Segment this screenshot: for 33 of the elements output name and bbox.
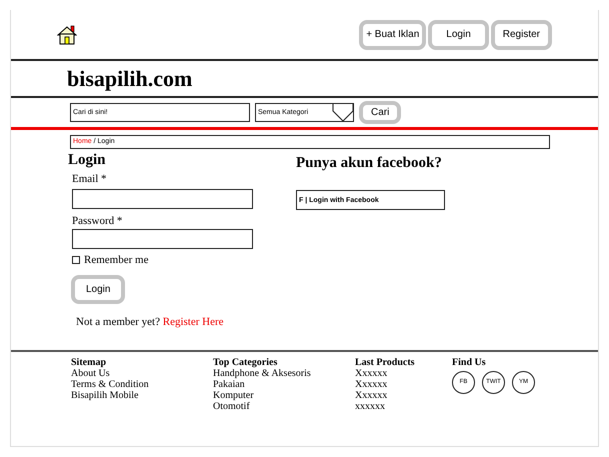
- input-field[interactable]: [72, 189, 253, 209]
- footer-item[interactable]: Bisapilih Mobile: [71, 390, 138, 401]
- search-button[interactable]: Cari: [359, 101, 402, 124]
- header-button[interactable]: Register: [490, 20, 552, 50]
- footer-heading: Last Products: [355, 357, 415, 368]
- register-link[interactable]: Register Here: [162, 316, 224, 328]
- field-label: Email *: [71, 173, 108, 185]
- site-title: bisapilih.com: [67, 66, 192, 92]
- remember-label: Remember me: [84, 254, 148, 266]
- header-button[interactable]: + Buat Iklan: [359, 20, 426, 50]
- login-button[interactable]: Login: [71, 275, 126, 304]
- footer-item: Xxxxxx: [355, 379, 388, 390]
- header-button[interactable]: Login: [428, 20, 489, 50]
- login-heading: Login: [68, 152, 107, 169]
- home-icon[interactable]: [57, 24, 77, 44]
- footer-item[interactable]: Pakaian: [213, 379, 245, 390]
- facebook-heading: Punya akun facebook?: [296, 155, 443, 172]
- footer-heading: Top Categories: [213, 357, 278, 368]
- footer-item: Xxxxxx: [355, 368, 388, 379]
- footer-item[interactable]: Handphone & Aksesoris: [213, 368, 311, 379]
- footer-heading: Sitemap: [71, 357, 106, 368]
- footer-item[interactable]: About Us: [71, 368, 110, 379]
- footer-item: xxxxxx: [355, 401, 385, 412]
- input-field[interactable]: [72, 229, 253, 249]
- footer-item: Xxxxxx: [355, 390, 388, 401]
- footer-heading: Find Us: [452, 357, 486, 368]
- field-label: Password *: [71, 215, 124, 227]
- remember-checkbox[interactable]: [72, 256, 80, 264]
- caret-icon: [332, 103, 354, 122]
- footer-item[interactable]: Komputer: [213, 390, 254, 401]
- signup-text: Not a member yet? Register Here: [76, 316, 225, 328]
- footer-item[interactable]: Otomotif: [213, 401, 250, 412]
- footer-item[interactable]: Terms & Condition: [71, 379, 149, 390]
